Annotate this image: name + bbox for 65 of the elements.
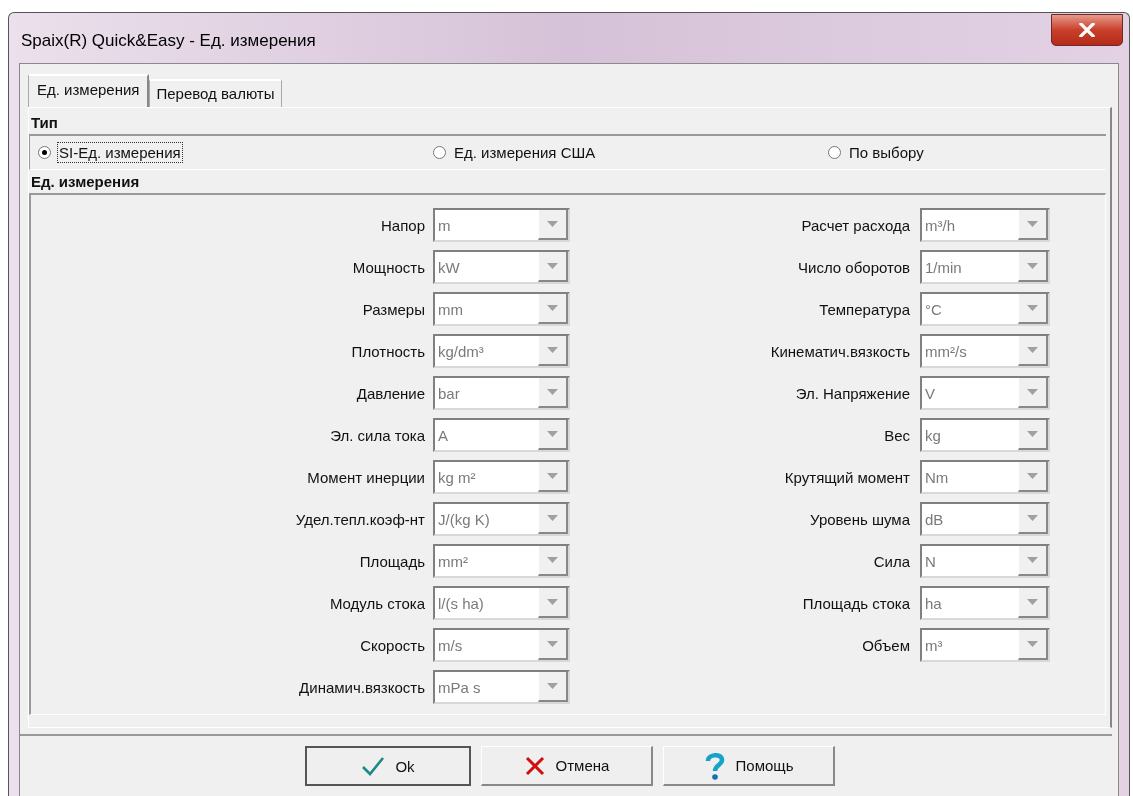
field-label: Число оборотов [797,258,910,276]
radio-button[interactable] [433,146,446,159]
radio-label[interactable]: SI-Ед. измерения [57,142,183,163]
cancel-button[interactable]: Отмена [481,746,653,786]
dropdown-arrow-icon [547,515,558,521]
field-label: Удел.тепл.коэф-нт [294,510,425,528]
field-label: Кинематич.вязкость [769,342,910,360]
close-button[interactable] [1051,14,1123,46]
close-icon [1079,23,1095,37]
dropdown-arrow-icon [1027,347,1038,353]
field-label: Напор [380,216,425,234]
dropdown-arrow-icon [547,557,558,563]
field-label: Мощность [351,258,425,276]
field-label: Момент инерции [306,468,425,486]
dropdown-arrow-icon [1027,305,1038,311]
radio-button[interactable] [38,146,51,159]
dropdown-arrow-icon [547,683,558,689]
dropdown-arrow-icon [547,599,558,605]
field-label: Скорость [359,636,425,654]
radio-label[interactable]: По выбору [847,142,926,163]
dropdown-arrow-icon [1027,263,1038,269]
dropdown-arrow-icon [1027,389,1038,395]
dropdown-arrow-icon [547,263,558,269]
tab[interactable]: Перевод валюты [149,79,282,107]
field-label: Площадь стока [801,594,910,612]
radio-label[interactable]: Ед. измерения США [452,142,598,163]
field-label: Расчет расхода [800,216,910,234]
dropdown-arrow-icon [1027,557,1038,563]
field-label: Температура [818,300,910,318]
field-label: Плотность [350,342,425,360]
dropdown-arrow-icon [1027,473,1038,479]
dropdown-arrow-icon [547,221,558,227]
tab[interactable]: Ед. измерения [28,74,150,107]
field-label: Эл. Напряжение [794,384,910,402]
window-title: Spaix(R) Quick&Easy - Ед. измерения [21,31,316,51]
dropdown-arrow-icon [547,347,558,353]
dropdown-arrow-icon [547,389,558,395]
dropdown-arrow-icon [1027,515,1038,521]
dropdown-arrow-icon [1027,641,1038,647]
dropdown-arrow-icon [547,431,558,437]
cross-icon [523,754,546,777]
field-label: Вес [883,426,910,444]
field-label: Уровень шума [809,510,910,528]
group-title: Тип [31,114,58,131]
help-button[interactable]: Помощь [663,746,835,786]
field-label: Площадь [358,552,425,570]
field-label: Динамич.вязкость [298,678,425,696]
dropdown-arrow-icon [1027,599,1038,605]
field-label: Сила [872,552,910,570]
field-label: Модуль стока [328,594,425,612]
field-label: Размеры [361,300,425,318]
dropdown-arrow-icon [547,473,558,479]
question-mark-icon [703,751,726,780]
field-label: Крутящий момент [783,468,910,486]
field-label: Давление [355,384,425,402]
dropdown-arrow-icon [1027,431,1038,437]
dropdown-arrow-icon [547,305,558,311]
group-title: Ед. измерения [31,173,140,190]
dropdown-arrow-icon [547,641,558,647]
ok-button[interactable]: Ok [305,746,471,786]
dropdown-arrow-icon [1027,221,1038,227]
checkmark-icon [361,755,386,777]
field-label: Эл. сила тока [329,426,425,444]
field-label: Объем [861,636,910,654]
radio-button[interactable] [828,146,841,159]
